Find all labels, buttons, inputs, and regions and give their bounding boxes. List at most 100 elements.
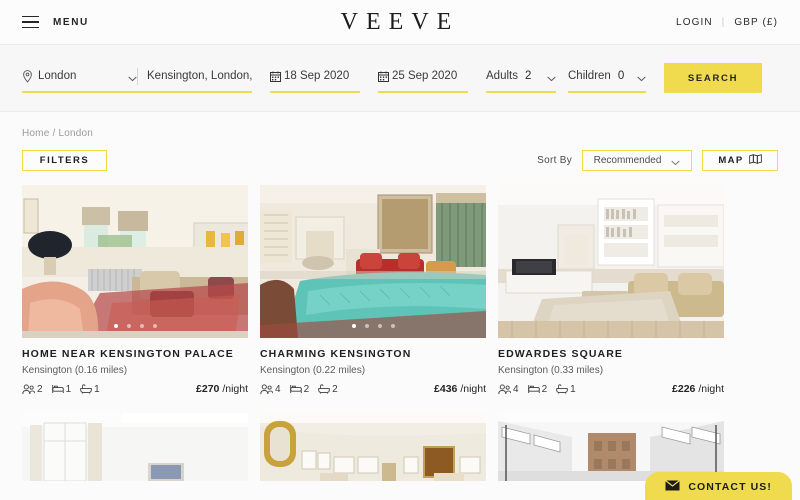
property-price: £436 /night — [434, 383, 486, 395]
property-image[interactable] — [498, 185, 724, 338]
guest-capacity: 2 — [22, 384, 43, 395]
property-meta: 2 1 1 £270 /night — [22, 383, 248, 395]
nav-left-group: MENU — [0, 15, 89, 29]
breadcrumb: Home / London — [22, 112, 778, 139]
top-navigation-bar: MENU VEEVE LOGIN | GBP (£) — [0, 0, 800, 45]
bedroom-count-group: 2 — [289, 384, 309, 395]
property-card[interactable]: CHARMING KENSINGTON Kensington (0.22 mil… — [260, 185, 486, 395]
property-image[interactable] — [22, 413, 248, 481]
menu-button-label[interactable]: MENU — [53, 17, 89, 28]
field-divider — [137, 67, 138, 85]
children-field[interactable]: Children 0 — [568, 63, 646, 93]
adults-label: Adults — [486, 70, 518, 82]
chevron-down-icon[interactable] — [128, 73, 137, 82]
bed-icon — [51, 385, 64, 393]
checkin-date-value: 18 Sep 2020 — [284, 70, 350, 82]
property-title[interactable]: CHARMING KENSINGTON — [260, 348, 486, 360]
carousel-dot[interactable] — [390, 324, 395, 328]
guest-capacity: 4 — [260, 384, 281, 395]
chevron-down-icon[interactable] — [637, 73, 646, 82]
checkin-date-field[interactable]: 18 Sep 2020 — [270, 63, 360, 93]
contact-us-button[interactable]: CONTACT US! — [645, 472, 792, 500]
map-button-label: MAP — [718, 155, 744, 166]
property-price: £226 /night — [672, 383, 724, 395]
carousel-dot[interactable] — [113, 324, 118, 328]
property-image[interactable] — [260, 185, 486, 338]
adults-field[interactable]: Adults 2 — [486, 63, 556, 93]
bedroom-count-group: 1 — [51, 383, 72, 395]
breadcrumb-home[interactable]: Home — [22, 128, 49, 139]
breadcrumb-current[interactable]: London — [58, 128, 93, 139]
property-location: Kensington (0.33 miles) — [498, 365, 604, 376]
price-unit: /night — [698, 383, 724, 395]
bathroom-count-group: 1 — [556, 384, 576, 395]
guest-capacity: 4 — [498, 384, 519, 395]
sort-by-select[interactable]: Recommended — [582, 150, 692, 171]
property-grid-row-1: HOME NEAR KENSINGTON PALACE Kensington (… — [22, 185, 778, 395]
carousel-dot[interactable] — [377, 324, 382, 328]
bed-icon — [289, 385, 302, 393]
bathroom-count-group: 2 — [318, 384, 338, 395]
image-carousel-dots[interactable] — [260, 324, 486, 328]
bathroom-count: 1 — [570, 383, 576, 395]
login-link[interactable]: LOGIN — [676, 17, 713, 28]
carousel-dot[interactable] — [364, 324, 369, 328]
price-unit: /night — [460, 383, 486, 395]
brand-logo-text[interactable]: VEEVE — [341, 9, 460, 35]
calendar-icon — [378, 71, 389, 82]
map-toggle-button[interactable]: MAP — [702, 150, 778, 171]
location-city-group[interactable]: London — [22, 69, 137, 83]
property-price: £270 /night — [196, 383, 248, 395]
carousel-dot[interactable] — [152, 324, 157, 328]
property-grid-row-2 — [22, 413, 778, 481]
price-unit: /night — [222, 383, 248, 395]
checkout-date-field[interactable]: 25 Sep 2020 — [378, 63, 468, 93]
property-card[interactable] — [22, 413, 248, 481]
bedroom-count: 2 — [541, 383, 548, 395]
controls-right-group: Sort By Recommended MAP — [537, 150, 778, 171]
guest-count: 4 — [513, 383, 519, 395]
property-title[interactable]: EDWARDES SQUARE — [498, 348, 724, 360]
hamburger-menu-icon[interactable] — [22, 15, 39, 29]
bathroom-count: 2 — [332, 383, 338, 395]
nav-separator: | — [721, 16, 726, 28]
property-card[interactable]: EDWARDES SQUARE Kensington (0.33 miles) … — [498, 185, 724, 395]
bathroom-count: 1 — [94, 383, 100, 395]
carousel-dot[interactable] — [126, 324, 131, 328]
children-value: 0 — [617, 70, 625, 82]
property-image[interactable] — [498, 413, 724, 481]
chevron-down-icon[interactable] — [547, 73, 556, 82]
price-amount: £270 — [196, 383, 220, 395]
map-pin-icon — [22, 69, 33, 83]
location-field[interactable]: London Kensington, London, — [22, 63, 252, 93]
property-card[interactable]: HOME NEAR KENSINGTON PALACE Kensington (… — [22, 185, 248, 395]
property-location: Kensington (0.22 miles) — [260, 365, 366, 376]
guest-count: 4 — [275, 383, 281, 395]
property-image[interactable] — [260, 413, 486, 481]
nav-right-group: LOGIN | GBP (£) — [676, 17, 800, 28]
listing-controls: FILTERS Sort By Recommended MAP — [22, 150, 778, 171]
carousel-dot[interactable] — [139, 324, 144, 328]
property-image[interactable] — [22, 185, 248, 338]
property-title[interactable]: HOME NEAR KENSINGTON PALACE — [22, 348, 248, 360]
checkout-date-value: 25 Sep 2020 — [392, 70, 458, 82]
carousel-dot[interactable] — [351, 324, 356, 328]
sort-by-label: Sort By — [537, 155, 572, 166]
guests-icon — [22, 383, 35, 394]
location-area-value[interactable]: Kensington, London, — [147, 70, 252, 82]
property-meta: 4 2 — [498, 383, 724, 395]
property-card[interactable] — [498, 413, 724, 481]
bath-icon — [318, 384, 330, 394]
children-label: Children — [568, 70, 611, 82]
page-root: MENU VEEVE LOGIN | GBP (£) London Kensin… — [0, 0, 800, 500]
bath-icon — [80, 384, 92, 394]
currency-selector[interactable]: GBP (£) — [734, 17, 778, 28]
bedroom-count: 1 — [65, 383, 72, 395]
search-button[interactable]: SEARCH — [664, 63, 762, 93]
bathroom-count-group: 1 — [80, 384, 100, 395]
property-card[interactable] — [260, 413, 486, 481]
image-carousel-dots[interactable] — [22, 324, 248, 328]
bed-icon — [527, 385, 540, 393]
filters-button[interactable]: FILTERS — [22, 150, 107, 171]
bedroom-count-group: 2 — [527, 383, 548, 395]
